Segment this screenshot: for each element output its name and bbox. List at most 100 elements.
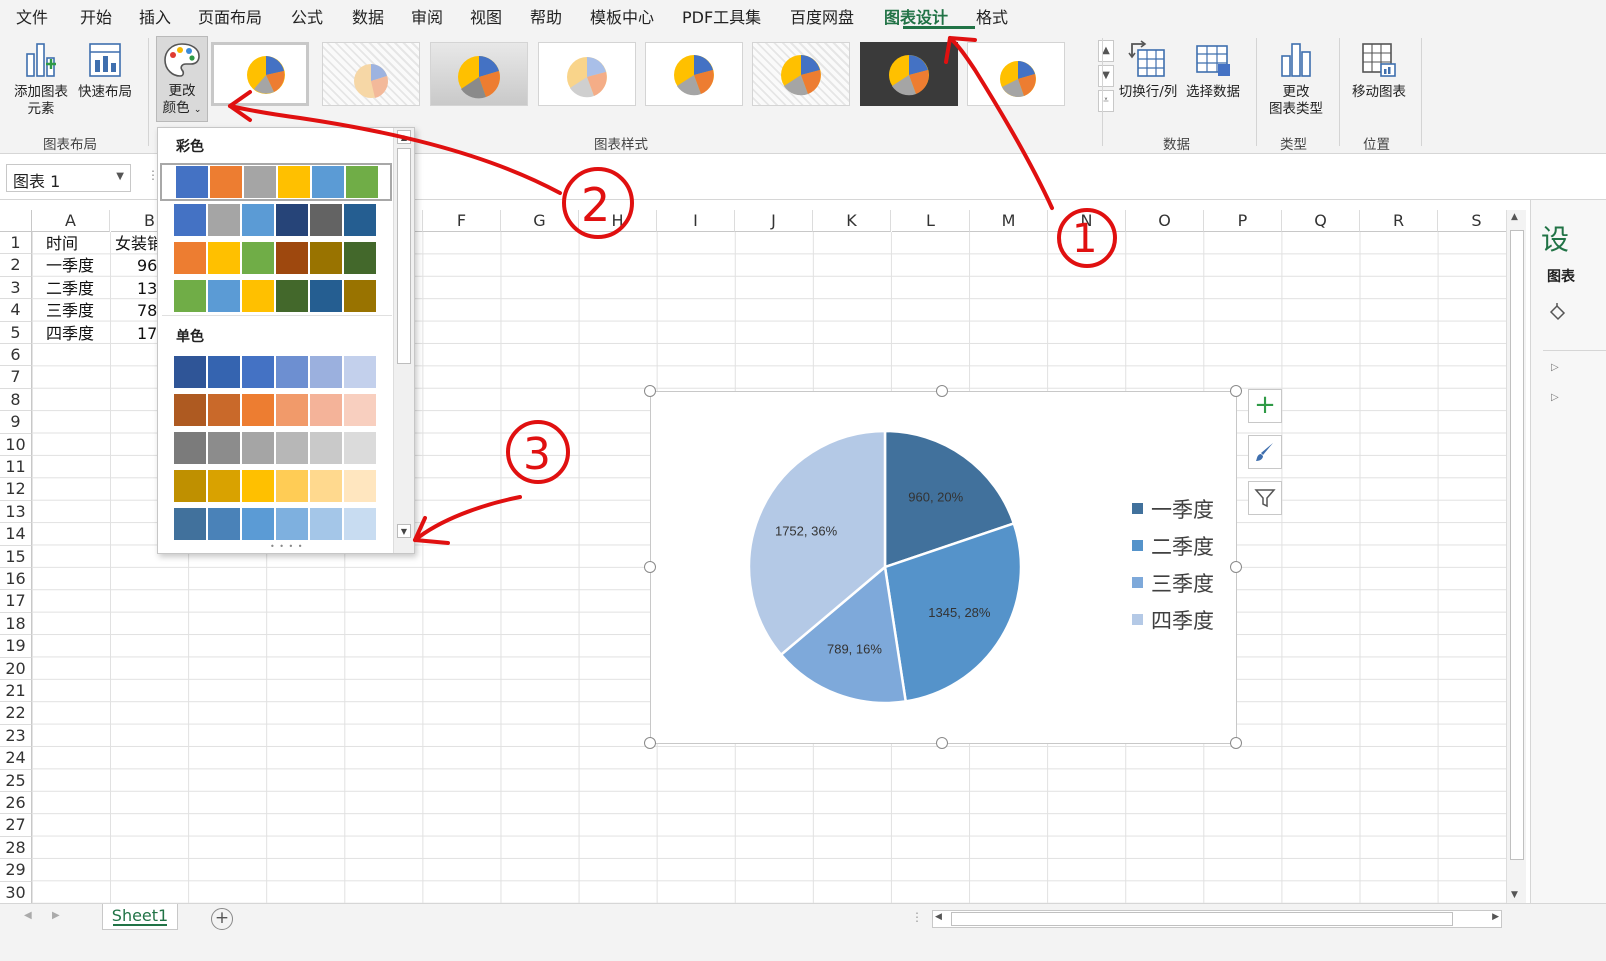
row-header[interactable]: 21 xyxy=(0,680,32,703)
next-sheet-icon[interactable]: ▶ xyxy=(52,910,60,921)
menu-item[interactable]: 开始 xyxy=(80,4,112,28)
chart-style-1[interactable] xyxy=(211,42,309,106)
menu-item[interactable]: 格式 xyxy=(976,4,1008,28)
column-header[interactable]: I xyxy=(657,210,735,232)
resize-handle[interactable] xyxy=(644,385,656,397)
menu-item[interactable]: 图表设计 xyxy=(884,4,948,28)
row-header[interactable]: 4 xyxy=(0,299,32,322)
column-header[interactable]: R xyxy=(1360,210,1438,232)
row-header[interactable]: 2 xyxy=(0,254,32,277)
row-header[interactable]: 12 xyxy=(0,478,32,501)
row-header[interactable]: 20 xyxy=(0,657,32,680)
cell-a4[interactable]: 三季度 xyxy=(46,300,110,322)
legend-item[interactable]: 一季度 xyxy=(1132,494,1214,524)
resize-handle[interactable] xyxy=(644,737,656,749)
vertical-scrollbar[interactable]: ▲ ▼ xyxy=(1506,210,1526,904)
row-header[interactable]: 27 xyxy=(0,814,32,837)
change-chart-type-button[interactable]: 更改 图表类型 xyxy=(1264,40,1328,118)
resize-handle[interactable] xyxy=(1230,737,1242,749)
scroll-up-icon[interactable]: ▲ xyxy=(1511,212,1518,222)
menu-item[interactable]: PDF工具集 xyxy=(682,4,761,28)
name-box[interactable]: 图表 1 ▼ xyxy=(6,164,131,192)
switch-row-column-button[interactable]: 切换行/列 xyxy=(1114,40,1182,101)
horizontal-scrollbar[interactable]: ◀ ▶ xyxy=(932,910,1502,928)
resize-handle[interactable] xyxy=(1230,385,1242,397)
cell-a1[interactable]: 时间 xyxy=(46,233,110,255)
column-header[interactable]: H xyxy=(579,210,657,232)
column-header[interactable]: J xyxy=(735,210,813,232)
menu-item[interactable]: 页面布局 xyxy=(198,4,262,28)
row-header[interactable]: 25 xyxy=(0,769,32,792)
gallery-scroll-down-button[interactable]: ▼ xyxy=(1098,65,1114,87)
row-header[interactable]: 18 xyxy=(0,612,32,636)
chart-style-3[interactable] xyxy=(430,42,528,106)
menu-item[interactable]: 文件 xyxy=(16,4,48,28)
add-chart-element-button[interactable]: 添加图表元素 xyxy=(10,40,72,118)
scroll-right-icon[interactable]: ▶ xyxy=(1492,912,1499,922)
column-header[interactable]: G xyxy=(501,210,579,232)
chart-style-2[interactable] xyxy=(322,42,420,106)
menu-item[interactable]: 帮助 xyxy=(530,4,562,28)
row-header[interactable]: 6 xyxy=(0,344,32,367)
chart-elements-button[interactable]: + xyxy=(1248,389,1282,423)
menu-item[interactable]: 审阅 xyxy=(411,4,443,28)
legend-item[interactable]: 二季度 xyxy=(1132,531,1214,561)
row-header[interactable]: 5 xyxy=(0,321,32,344)
row-header[interactable]: 23 xyxy=(0,724,32,748)
cell-a2[interactable]: 一季度 xyxy=(46,255,110,277)
color-scheme-colorful-2[interactable] xyxy=(174,204,378,236)
column-header[interactable]: S xyxy=(1438,210,1516,232)
data-label[interactable]: 1752, 36% xyxy=(775,523,838,538)
data-label[interactable]: 1345, 28% xyxy=(928,605,991,620)
column-header[interactable]: P xyxy=(1204,210,1282,232)
row-header[interactable]: 11 xyxy=(0,456,32,479)
row-header[interactable]: 13 xyxy=(0,500,32,524)
horizontal-scroll-thumb[interactable] xyxy=(951,912,1453,926)
split-handle-icon[interactable]: ⋮ xyxy=(911,910,923,924)
row-header[interactable]: 30 xyxy=(0,881,32,904)
row-header[interactable]: 14 xyxy=(0,523,32,546)
color-scheme-mono-1[interactable] xyxy=(174,356,378,388)
chart-style-8[interactable] xyxy=(967,42,1065,106)
resize-handle[interactable] xyxy=(936,385,948,397)
move-chart-button[interactable]: 移动图表 xyxy=(1346,40,1412,101)
color-scheme-colorful-4[interactable] xyxy=(174,280,378,312)
column-header[interactable]: F xyxy=(423,210,501,232)
chart-style-4[interactable] xyxy=(538,42,636,106)
resize-handle[interactable] xyxy=(644,561,656,573)
gallery-more-button[interactable]: ⩡ xyxy=(1098,90,1114,112)
color-scheme-mono-4[interactable] xyxy=(174,470,378,502)
chart-style-6[interactable] xyxy=(752,42,850,106)
scroll-down-icon[interactable]: ▼ xyxy=(1511,890,1518,900)
row-header[interactable]: 24 xyxy=(0,747,32,770)
row-header[interactable]: 29 xyxy=(0,859,32,882)
cell-a5[interactable]: 四季度 xyxy=(46,323,110,345)
vertical-scroll-thumb[interactable] xyxy=(1510,230,1524,860)
row-header[interactable]: 9 xyxy=(0,411,32,434)
resize-handle[interactable] xyxy=(936,737,948,749)
gallery-scroll-up-button[interactable]: ▲ xyxy=(1098,40,1114,62)
menu-item[interactable]: 百度网盘 xyxy=(790,4,854,28)
menu-item[interactable]: 视图 xyxy=(470,4,502,28)
chart-filters-button[interactable] xyxy=(1248,481,1282,515)
row-header[interactable]: 10 xyxy=(0,433,32,456)
row-header[interactable]: 19 xyxy=(0,635,32,658)
add-sheet-button[interactable]: + xyxy=(211,908,233,930)
data-label[interactable]: 789, 16% xyxy=(827,642,882,657)
palette-scroll-thumb[interactable] xyxy=(397,148,411,364)
scroll-down-icon[interactable]: ▼ xyxy=(397,524,411,538)
scroll-up-icon[interactable]: ▲ xyxy=(397,130,411,144)
select-all-corner[interactable] xyxy=(0,210,32,232)
expand-arrow-icon[interactable]: ▷ xyxy=(1551,362,1559,373)
scroll-left-icon[interactable]: ◀ xyxy=(935,912,942,922)
color-scheme-mono-5[interactable] xyxy=(174,508,378,540)
row-header[interactable]: 17 xyxy=(0,590,32,613)
row-header[interactable]: 15 xyxy=(0,545,32,568)
prev-sheet-icon[interactable]: ◀ xyxy=(24,910,32,921)
color-scheme-mono-3[interactable] xyxy=(174,432,378,464)
row-header[interactable]: 28 xyxy=(0,836,32,860)
paint-bucket-icon[interactable] xyxy=(1547,302,1567,326)
chart-styles-button[interactable] xyxy=(1248,435,1282,469)
color-scheme-colorful-1[interactable] xyxy=(160,163,392,201)
quick-layout-button[interactable]: 快速布局 xyxy=(74,40,136,101)
